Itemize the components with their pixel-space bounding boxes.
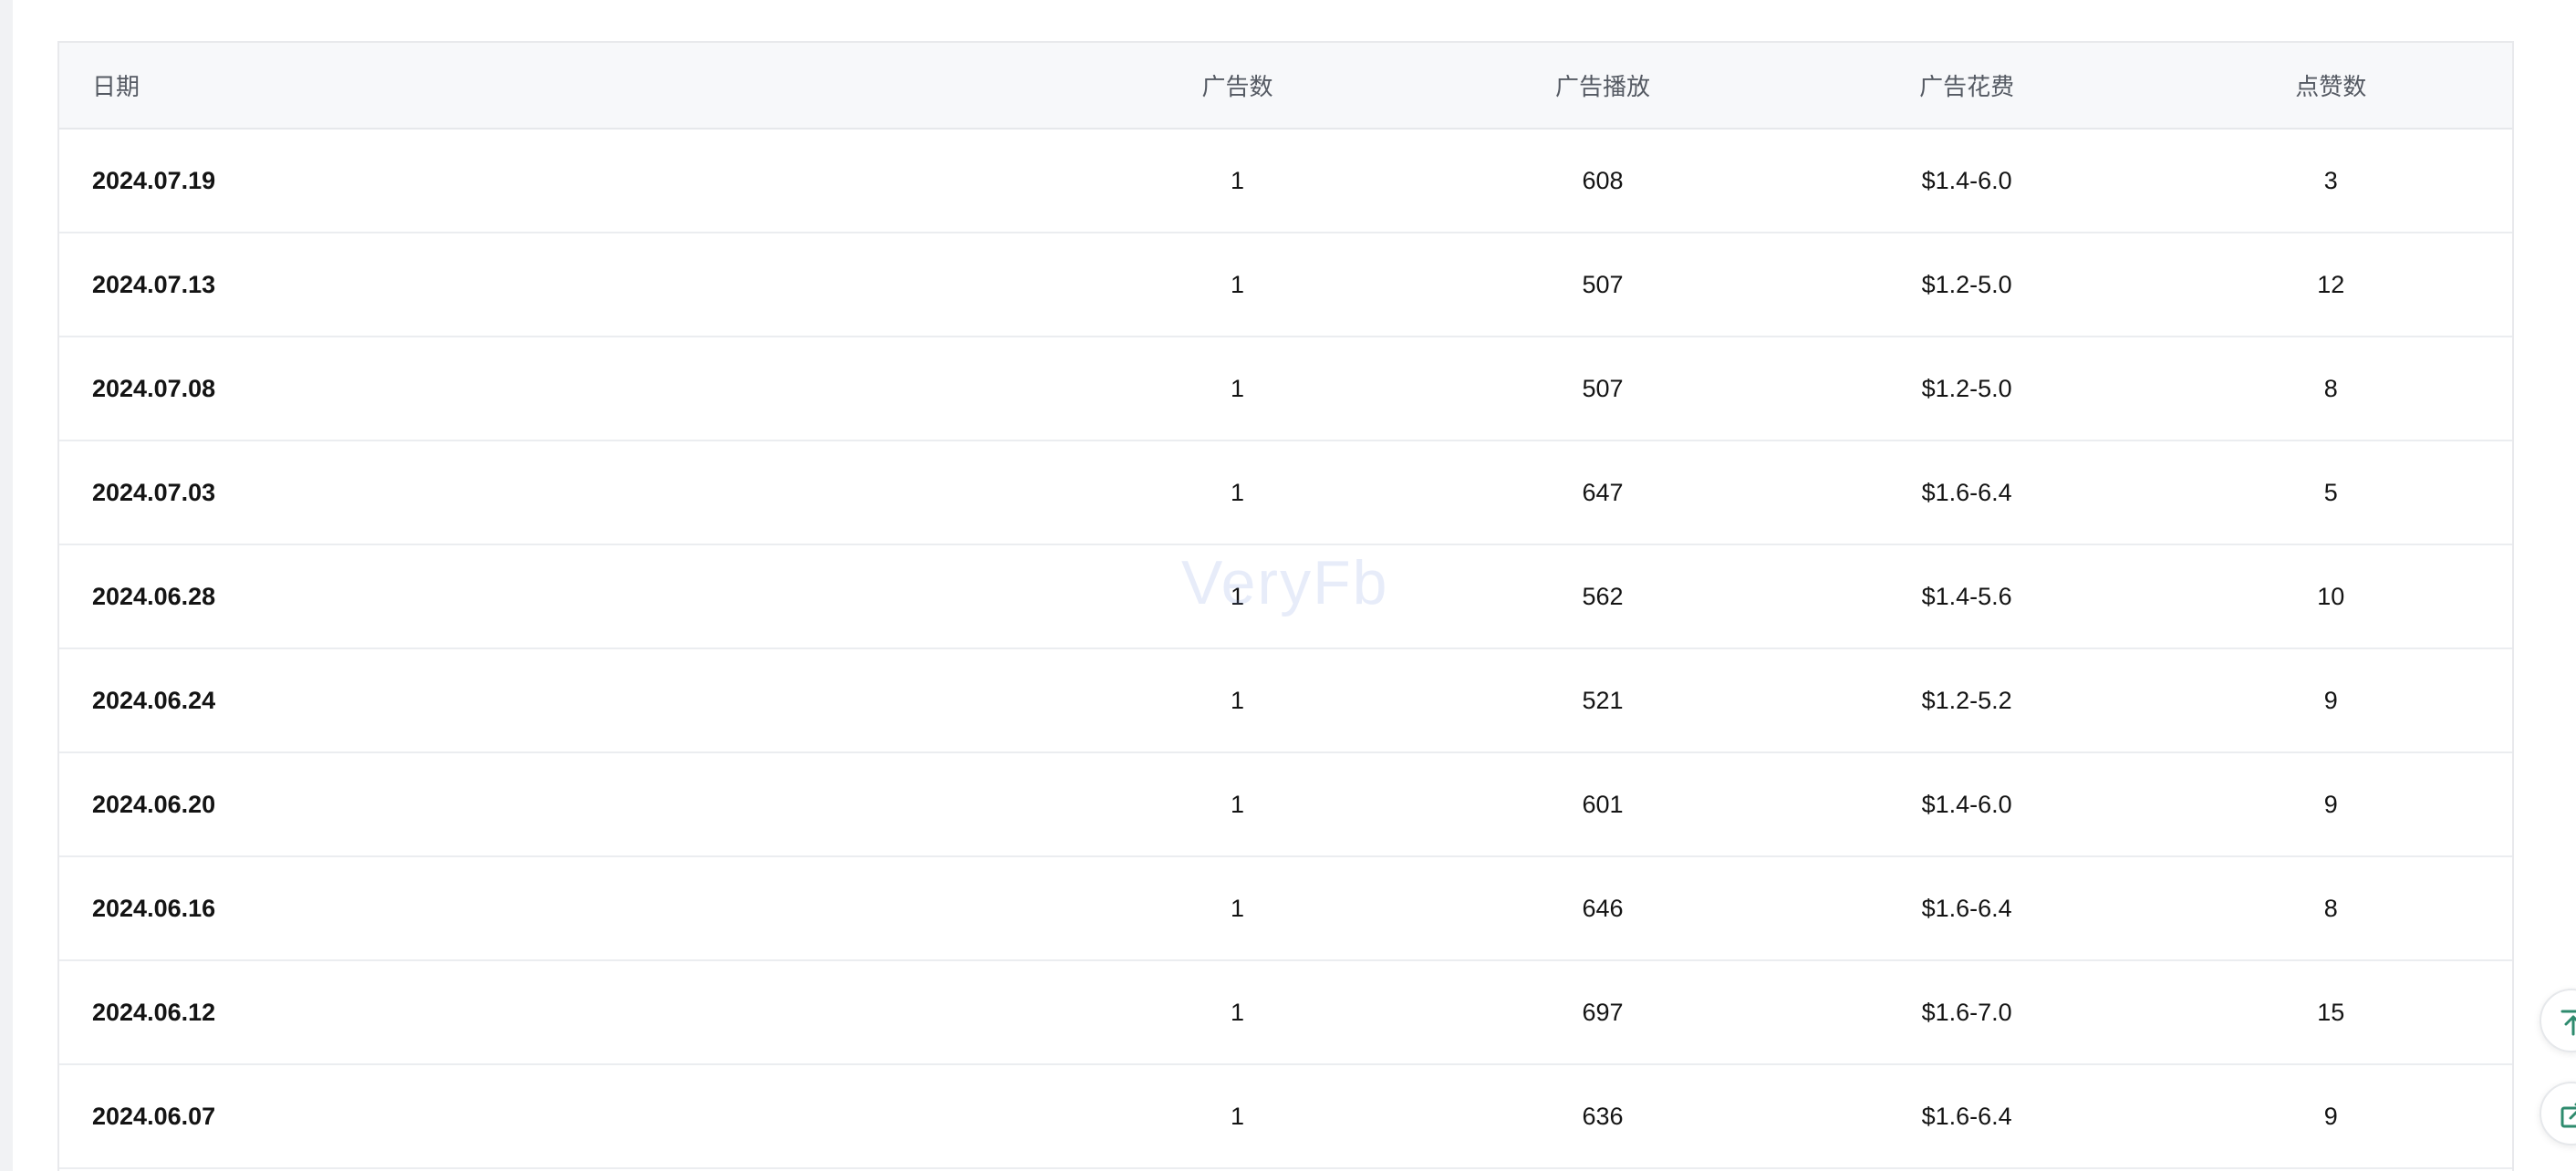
cell-likes: 9 — [2323, 686, 2338, 714]
cell-ad-plays: 697 — [1582, 998, 1624, 1026]
cell-ad-count: 1 — [1230, 374, 1244, 402]
cell-date: 2024.07.19 — [92, 166, 216, 194]
cell-ad-count: 1 — [1230, 166, 1244, 194]
cell-date: 2024.07.08 — [92, 374, 216, 402]
cell-likes: 9 — [2323, 1102, 2338, 1130]
external-share-icon — [2560, 1103, 2576, 1128]
cell-ad-count: 1 — [1230, 790, 1244, 818]
cell-ad-plays: 507 — [1582, 374, 1624, 402]
cell-date: 2024.06.07 — [92, 1102, 216, 1130]
ad-stats-table: 日期 广告数 广告播放 广告花费 点赞数 2024.07.19 1 608 $1… — [57, 41, 2514, 1171]
cell-ad-plays: 608 — [1582, 166, 1624, 194]
cell-ad-count: 1 — [1230, 582, 1244, 610]
cell-likes: 10 — [2317, 582, 2345, 610]
cell-date: 2024.06.16 — [92, 894, 216, 922]
cell-ad-cost: $1.2-5.0 — [1921, 270, 2012, 298]
cell-ad-cost: $1.6-6.4 — [1921, 894, 2012, 922]
table-row: 2024.06.20 1 601 $1.4-6.0 9 — [59, 753, 2512, 857]
cell-likes: 3 — [2323, 166, 2338, 194]
cell-ad-plays: 562 — [1582, 582, 1624, 610]
cell-ad-count: 1 — [1230, 894, 1244, 922]
cell-ad-plays: 601 — [1582, 790, 1624, 818]
table-row: 2024.06.24 1 521 $1.2-5.2 9 — [59, 649, 2512, 753]
header-ad-count[interactable]: 广告数 — [1054, 68, 1422, 102]
header-ad-plays[interactable]: 广告播放 — [1421, 68, 1784, 102]
arrow-up-to-top-icon — [2560, 1010, 2576, 1036]
cell-likes: 9 — [2323, 790, 2338, 818]
table-row: 2024.06.16 1 646 $1.6-6.4 8 — [59, 857, 2512, 961]
table-row: 2024.07.03 1 647 $1.6-6.4 5 — [59, 441, 2512, 545]
cell-ad-cost: $1.4-5.6 — [1921, 582, 2012, 610]
table-row: 2024.07.13 1 507 $1.2-5.0 12 — [59, 233, 2512, 337]
header-ad-cost[interactable]: 广告花费 — [1784, 68, 2150, 102]
table-row: 2024.06.07 1 636 $1.6-6.4 9 — [59, 1065, 2512, 1169]
cell-likes: 8 — [2323, 894, 2338, 922]
cell-ad-count: 1 — [1230, 686, 1244, 714]
cell-date: 2024.07.13 — [92, 270, 216, 298]
cell-ad-plays: 636 — [1582, 1102, 1624, 1130]
cell-ad-count: 1 — [1230, 998, 1244, 1026]
cell-ad-count: 1 — [1230, 1102, 1244, 1130]
cell-likes: 15 — [2317, 998, 2345, 1026]
cell-ad-count: 1 — [1230, 478, 1244, 506]
cell-likes: 5 — [2323, 478, 2338, 506]
cell-ad-count: 1 — [1230, 270, 1244, 298]
page-background: 日期 广告数 广告播放 广告花费 点赞数 2024.07.19 1 608 $1… — [13, 0, 2576, 1171]
cell-ad-cost: $1.6-7.0 — [1921, 998, 2012, 1026]
cell-ad-plays: 647 — [1582, 478, 1624, 506]
cell-date: 2024.07.03 — [92, 478, 216, 506]
cell-ad-plays: 521 — [1582, 686, 1624, 714]
cell-date: 2024.06.24 — [92, 686, 216, 714]
header-likes[interactable]: 点赞数 — [2149, 68, 2512, 102]
table-header: 日期 广告数 广告播放 广告花费 点赞数 — [59, 43, 2512, 130]
cell-ad-cost: $1.2-5.2 — [1921, 686, 2012, 714]
header-date[interactable]: 日期 — [59, 68, 1054, 102]
cell-likes: 12 — [2317, 270, 2345, 298]
cell-ad-cost: $1.4-6.0 — [1921, 790, 2012, 818]
table-row: 2024.07.19 1 608 $1.4-6.0 3 — [59, 130, 2512, 233]
cell-ad-cost: $1.4-6.0 — [1921, 166, 2012, 194]
cell-date: 2024.06.20 — [92, 790, 216, 818]
cell-likes: 8 — [2323, 374, 2338, 402]
table-row: 2024.06.28 1 562 $1.4-5.6 10 — [59, 545, 2512, 649]
cell-ad-cost: $1.2-5.0 — [1921, 374, 2012, 402]
cell-ad-plays: 507 — [1582, 270, 1624, 298]
cell-ad-cost: $1.6-6.4 — [1921, 478, 2012, 506]
table-row: 2024.07.08 1 507 $1.2-5.0 8 — [59, 337, 2512, 441]
cell-ad-cost: $1.6-6.4 — [1921, 1102, 2012, 1130]
cell-ad-plays: 646 — [1582, 894, 1624, 922]
cell-date: 2024.06.28 — [92, 582, 216, 610]
cell-date: 2024.06.12 — [92, 998, 216, 1026]
table-row: 2024.06.12 1 697 $1.6-7.0 15 — [59, 961, 2512, 1065]
